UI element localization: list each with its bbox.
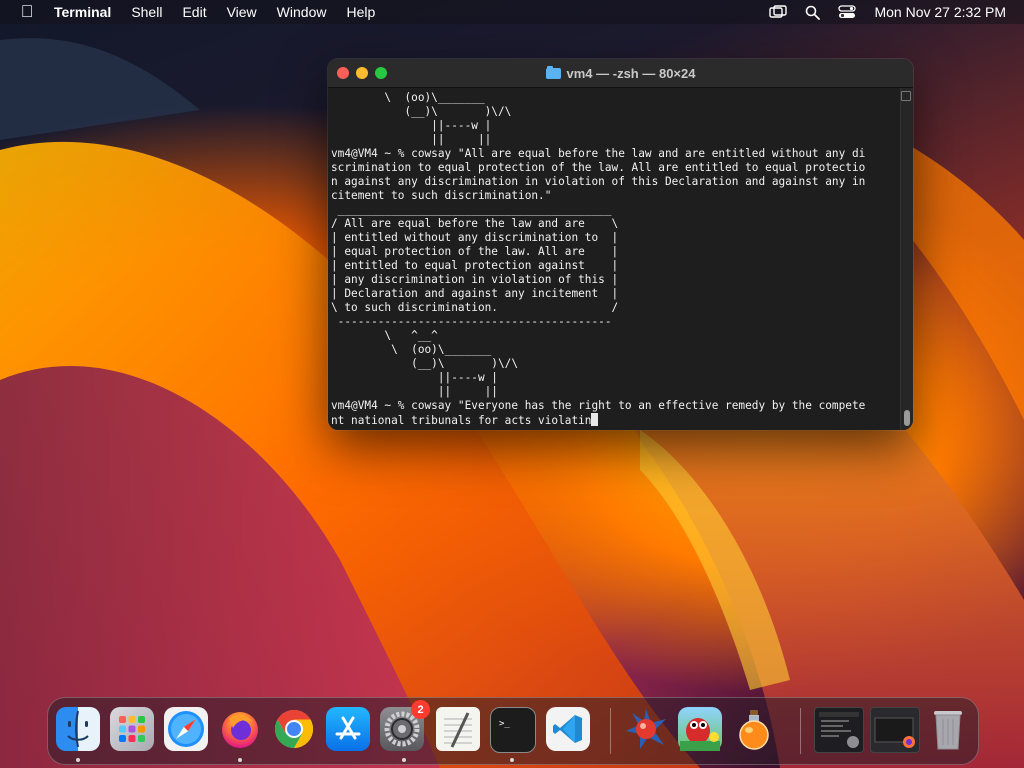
- running-indicator: [238, 758, 242, 762]
- running-indicator: [510, 758, 514, 762]
- menu-help[interactable]: Help: [336, 0, 385, 24]
- terminal-window[interactable]: vm4 — -zsh — 80×24 \ (oo)\_______ (__)\ …: [328, 59, 913, 430]
- terminal-line: vm4@VM4 ~ % cowsay "All are equal before…: [331, 147, 866, 160]
- running-indicator: [76, 758, 80, 762]
- launchpad-icon[interactable]: [110, 707, 154, 751]
- chrome-icon[interactable]: [272, 707, 316, 751]
- terminal-line: scrimination to equal protection of the …: [331, 161, 866, 174]
- potion-icon[interactable]: [732, 707, 776, 751]
- vertical-scrollbar[interactable]: [900, 88, 913, 430]
- finder-icon[interactable]: [56, 707, 100, 751]
- dock-separator: [800, 708, 801, 754]
- dock: 2 >_: [47, 697, 979, 765]
- terminal-line: \ to such discrimination. /: [331, 301, 619, 314]
- text-cursor: [591, 413, 599, 426]
- terminal-line: || ||: [331, 385, 498, 398]
- vscode-icon[interactable]: [546, 707, 590, 751]
- terminal-line: \ (oo)\_______: [331, 91, 485, 104]
- control-center-icon[interactable]: [838, 5, 857, 19]
- terminal-line: (__)\ )\/\: [331, 357, 519, 370]
- menu-edit[interactable]: Edit: [172, 0, 216, 24]
- window-titlebar[interactable]: vm4 — -zsh — 80×24: [328, 59, 913, 88]
- terminal-line: n against any discrimination in violatio…: [331, 175, 866, 188]
- terminal-line: \ (oo)\_______: [331, 343, 492, 356]
- frog-game-icon[interactable]: [678, 707, 722, 751]
- textedit-icon[interactable]: [436, 707, 480, 751]
- window-thumbnail-icon[interactable]: [814, 707, 864, 753]
- terminal-line: \ ^__^: [331, 329, 438, 342]
- terminal-line: | Declaration and against any incitement…: [331, 287, 619, 300]
- firefox-icon[interactable]: [218, 707, 262, 751]
- apple-menu-icon[interactable]: : [0, 2, 54, 22]
- menu-app-name[interactable]: Terminal: [54, 0, 121, 24]
- dock-separator: [610, 708, 611, 754]
- system-settings-icon[interactable]: 2: [380, 700, 430, 751]
- terminal-icon[interactable]: >_: [490, 707, 536, 753]
- terminal-line: | entitled without any discrimination to…: [331, 231, 619, 244]
- menu-view[interactable]: View: [217, 0, 267, 24]
- terminal-line: vm4@VM4 ~ % cowsay "Everyone has the rig…: [331, 399, 866, 412]
- terminal-line: (__)\ )\/\: [331, 105, 512, 118]
- svg-text:>_: >_: [499, 719, 510, 729]
- terminal-line: | equal protection of the law. All are |: [331, 245, 619, 258]
- menu-bar:  Terminal Shell Edit View Window Help M…: [0, 0, 1024, 24]
- window-title: vm4 — -zsh — 80×24: [566, 65, 696, 81]
- spotlight-search-icon[interactable]: [805, 5, 821, 20]
- terminal-output[interactable]: \ (oo)\_______ (__)\ )\/\ ||----w | || |…: [328, 88, 903, 428]
- terminal-line: ________________________________________…: [331, 203, 612, 216]
- terminal-line: nt national tribunals for acts violatin: [331, 414, 592, 427]
- ball-game-icon[interactable]: [624, 707, 668, 751]
- scrollbar-thumb[interactable]: [904, 410, 910, 426]
- menu-window[interactable]: Window: [267, 0, 337, 24]
- notification-badge: 2: [411, 700, 430, 719]
- window-thumbnail-icon[interactable]: [870, 707, 920, 753]
- safari-icon[interactable]: [164, 707, 208, 751]
- menu-shell[interactable]: Shell: [121, 0, 172, 24]
- terminal-line: ----------------------------------------…: [331, 315, 612, 328]
- scroll-marker-icon: [901, 91, 911, 101]
- terminal-line: ||----w |: [331, 371, 498, 384]
- terminal-line: || ||: [331, 133, 492, 146]
- running-indicator: [402, 758, 406, 762]
- menu-clock[interactable]: Mon Nov 27 2:32 PM: [874, 4, 1006, 20]
- window-title-container: vm4 — -zsh — 80×24: [328, 59, 913, 87]
- trash-icon[interactable]: [926, 707, 970, 751]
- app-store-icon[interactable]: [326, 707, 370, 751]
- screen-mirroring-icon[interactable]: [769, 5, 788, 19]
- terminal-content[interactable]: \ (oo)\_______ (__)\ )\/\ ||----w | || |…: [328, 88, 903, 430]
- terminal-line: ||----w |: [331, 119, 492, 132]
- terminal-line: | any discrimination in violation of thi…: [331, 273, 619, 286]
- terminal-line: / All are equal before the law and are \: [331, 217, 619, 230]
- terminal-line: citement to such discrimination.": [331, 189, 552, 202]
- folder-icon: [545, 65, 561, 79]
- terminal-line: | entitled to equal protection against |: [331, 259, 619, 272]
